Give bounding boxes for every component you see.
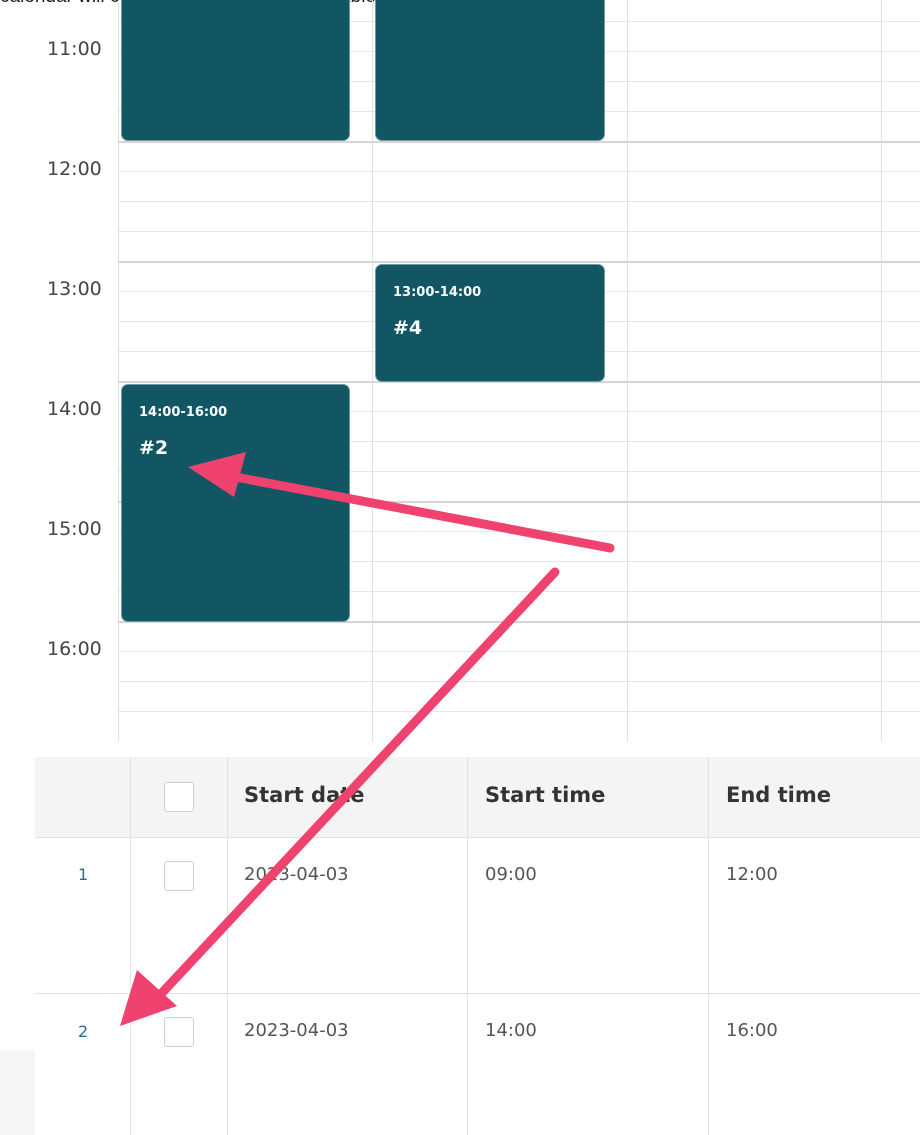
column-divider <box>130 757 131 1135</box>
select-all-checkbox[interactable] <box>164 782 194 812</box>
event-time-range: 14:00-16:00 <box>139 405 228 420</box>
slot-line <box>118 711 920 712</box>
column-header-start-time[interactable]: Start time <box>485 783 605 807</box>
column-divider <box>708 757 709 1135</box>
column-divider <box>467 757 468 1135</box>
hour-label: 14:00 <box>47 398 102 420</box>
cell-end-time[interactable]: 12:00 <box>726 864 778 885</box>
cell-start-time[interactable]: 14:00 <box>485 1020 537 1041</box>
page-edge-strip <box>0 1050 35 1135</box>
row-checkbox[interactable] <box>164 861 194 891</box>
hour-line <box>118 261 920 263</box>
calendar-event[interactable] <box>121 0 350 141</box>
row-number: 2 <box>78 1022 89 1041</box>
event-time-range: 13:00-14:00 <box>393 285 482 300</box>
slot-line <box>118 681 920 682</box>
column-header-end-time[interactable]: End time <box>726 783 831 807</box>
row-divider <box>35 993 920 994</box>
hour-label: 13:00 <box>47 278 102 300</box>
column-header-start-date[interactable]: Start date <box>244 783 365 807</box>
cell-start-date[interactable]: 2023-04-03 <box>244 864 349 885</box>
slot-line <box>118 231 920 232</box>
calendar-event[interactable]: 14:00-16:00 #2 <box>121 384 350 622</box>
cell-start-date[interactable]: 2023-04-03 <box>244 1020 349 1041</box>
column-divider <box>227 757 228 1135</box>
hour-line <box>118 141 920 143</box>
calendar-event[interactable]: 13:00-14:00 #4 <box>375 264 605 382</box>
slot-line <box>118 171 920 172</box>
cell-end-time[interactable]: 16:00 <box>726 1020 778 1041</box>
bookings-table: Start date Start time End time 1 2023-04… <box>35 757 920 1135</box>
event-title: #4 <box>393 317 423 339</box>
slot-line <box>118 201 920 202</box>
slot-line <box>118 651 920 652</box>
hour-label: 12:00 <box>47 158 102 180</box>
row-number: 1 <box>78 865 89 884</box>
event-title: #2 <box>139 437 169 459</box>
calendar-event[interactable] <box>375 0 605 141</box>
hour-label: 16:00 <box>47 638 102 660</box>
cell-start-time[interactable]: 09:00 <box>485 864 537 885</box>
calendar-week-view: 11:00 12:00 13:00 14:00 15:00 16:00 13:0… <box>0 0 920 742</box>
hour-label: 11:00 <box>47 38 102 60</box>
hour-label: 15:00 <box>47 518 102 540</box>
row-checkbox[interactable] <box>164 1017 194 1047</box>
